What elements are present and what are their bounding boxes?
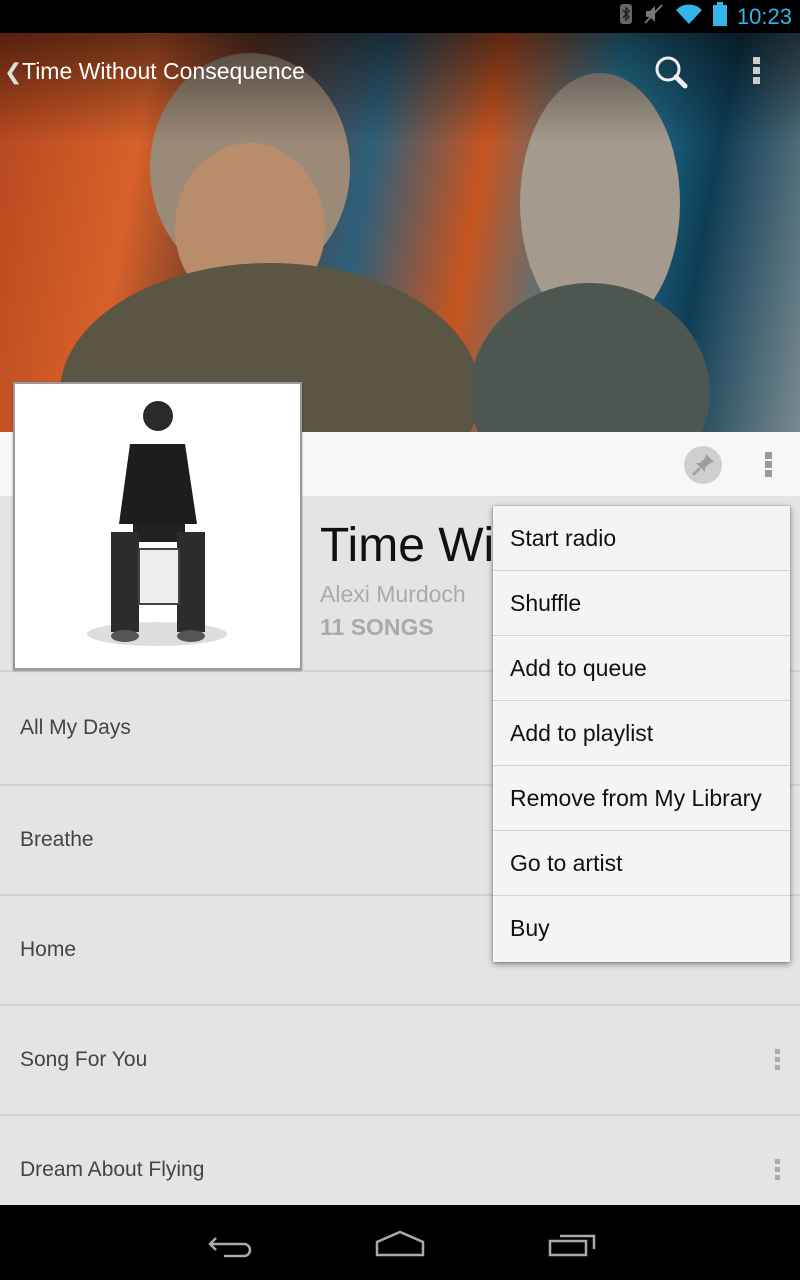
song-overflow-button[interactable] <box>774 1157 782 1183</box>
search-button[interactable] <box>652 53 692 93</box>
status-bar: 10:23 <box>0 0 800 33</box>
bluetooth-icon <box>619 3 633 30</box>
status-clock: 10:23 <box>736 3 792 29</box>
artist-name[interactable]: Alexi Murdoch <box>320 581 466 608</box>
menu-item-start-radio[interactable]: Start radio <box>493 506 790 571</box>
menu-item-buy[interactable]: Buy <box>493 896 790 961</box>
up-navigation-icon[interactable]: ❮ <box>4 59 22 85</box>
action-bar-overflow-button[interactable] <box>748 53 768 89</box>
wifi-icon <box>675 3 703 30</box>
battery-icon <box>712 2 727 31</box>
album-popup-menu: Start radio Shuffle Add to queue Add to … <box>493 506 790 962</box>
home-button[interactable] <box>370 1225 430 1265</box>
song-title: Home <box>20 938 77 961</box>
menu-item-remove-from-library[interactable]: Remove from My Library <box>493 766 790 831</box>
song-title: Dream About Flying <box>20 1158 205 1181</box>
mute-icon <box>643 3 665 30</box>
overflow-menu-icon <box>765 452 772 477</box>
album-art-image <box>15 384 300 668</box>
album-art[interactable] <box>13 382 302 670</box>
menu-item-add-to-playlist[interactable]: Add to playlist <box>493 701 790 766</box>
back-button[interactable] <box>200 1225 260 1265</box>
home-icon <box>375 1230 425 1257</box>
album-title: Time Wi <box>320 519 495 572</box>
action-bar-title[interactable]: Time Without Consequence <box>22 58 305 85</box>
keep-on-device-button[interactable] <box>684 446 722 484</box>
song-title: All My Days <box>20 716 131 739</box>
action-bar: ❮ Time Without Consequence <box>0 33 800 109</box>
back-icon <box>208 1237 252 1258</box>
menu-item-add-to-queue[interactable]: Add to queue <box>493 636 790 701</box>
navigation-bar <box>0 1205 800 1280</box>
screen: 10:23 ❮ Time Without Consequence Time Wi… <box>0 0 800 1280</box>
song-title: Song For You <box>20 1048 148 1071</box>
album-overflow-button[interactable] <box>762 450 776 480</box>
overflow-menu-icon <box>775 1159 780 1180</box>
overflow-menu-icon <box>775 1049 780 1070</box>
menu-item-shuffle[interactable]: Shuffle <box>493 571 790 636</box>
search-icon <box>655 56 688 89</box>
menu-item-go-to-artist[interactable]: Go to artist <box>493 831 790 896</box>
overflow-menu-icon <box>753 57 760 84</box>
recent-apps-button[interactable] <box>540 1225 600 1265</box>
pin-icon <box>692 454 714 476</box>
song-count: 11 SONGS <box>320 614 434 640</box>
recent-apps-icon <box>548 1234 596 1257</box>
song-overflow-button[interactable] <box>774 1047 782 1073</box>
song-title: Breathe <box>20 828 94 851</box>
song-row[interactable]: Song For You <box>0 1004 800 1114</box>
